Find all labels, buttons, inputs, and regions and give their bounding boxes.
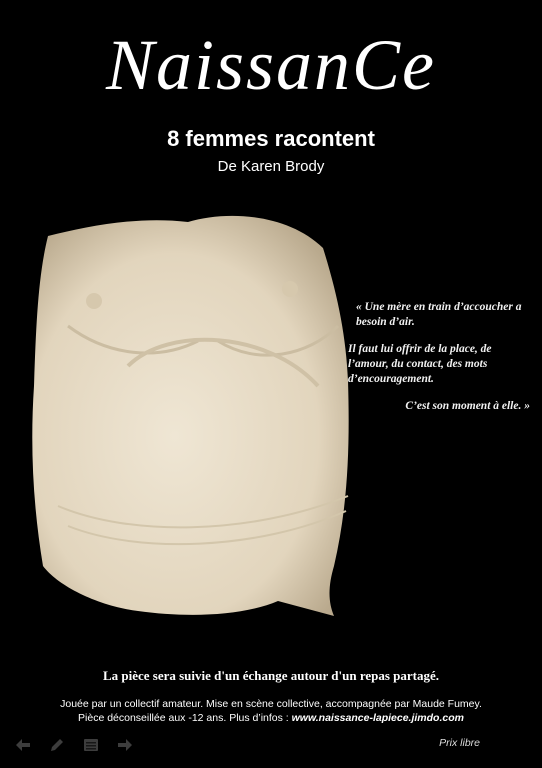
info-line-1: Jouée par un collectif amateur. Mise en … — [60, 698, 482, 710]
info-line-2: Pièce déconseillée aux -12 ans. Plus d’i… — [0, 711, 542, 725]
arrow-left-icon[interactable] — [14, 736, 32, 754]
poster-author: De Karen Brody — [217, 158, 325, 175]
poster-subtitle: 8 femmes racontent — [167, 126, 375, 151]
quote-line-2: Il faut lui offrir de la place, de l’amo… — [348, 343, 492, 385]
website-link[interactable]: www.naissance-lapiece.jimdo.com — [292, 712, 464, 724]
menu-icon[interactable] — [82, 736, 100, 754]
price-label: Prix libre — [439, 737, 480, 749]
meal-note: La pièce sera suivie d'un échange autour… — [102, 668, 440, 683]
arrow-right-icon[interactable] — [116, 736, 134, 754]
quote-line-3: C’est son moment à elle. » — [405, 400, 530, 412]
belly-cast-image — [32, 215, 349, 617]
poster-title: NaissanCe — [105, 25, 437, 105]
pencil-icon[interactable] — [48, 736, 66, 754]
info-line-2-text: Pièce déconseillée aux -12 ans. Plus d’i… — [78, 712, 292, 724]
info-block: Jouée par un collectif amateur. Mise en … — [0, 697, 542, 725]
viewer-toolbar — [14, 736, 134, 754]
quote-line-1: « Une mère en train d’accoucher a besoin… — [356, 301, 522, 328]
quote-block: « Une mère en train d’accoucher a besoin… — [348, 300, 530, 426]
